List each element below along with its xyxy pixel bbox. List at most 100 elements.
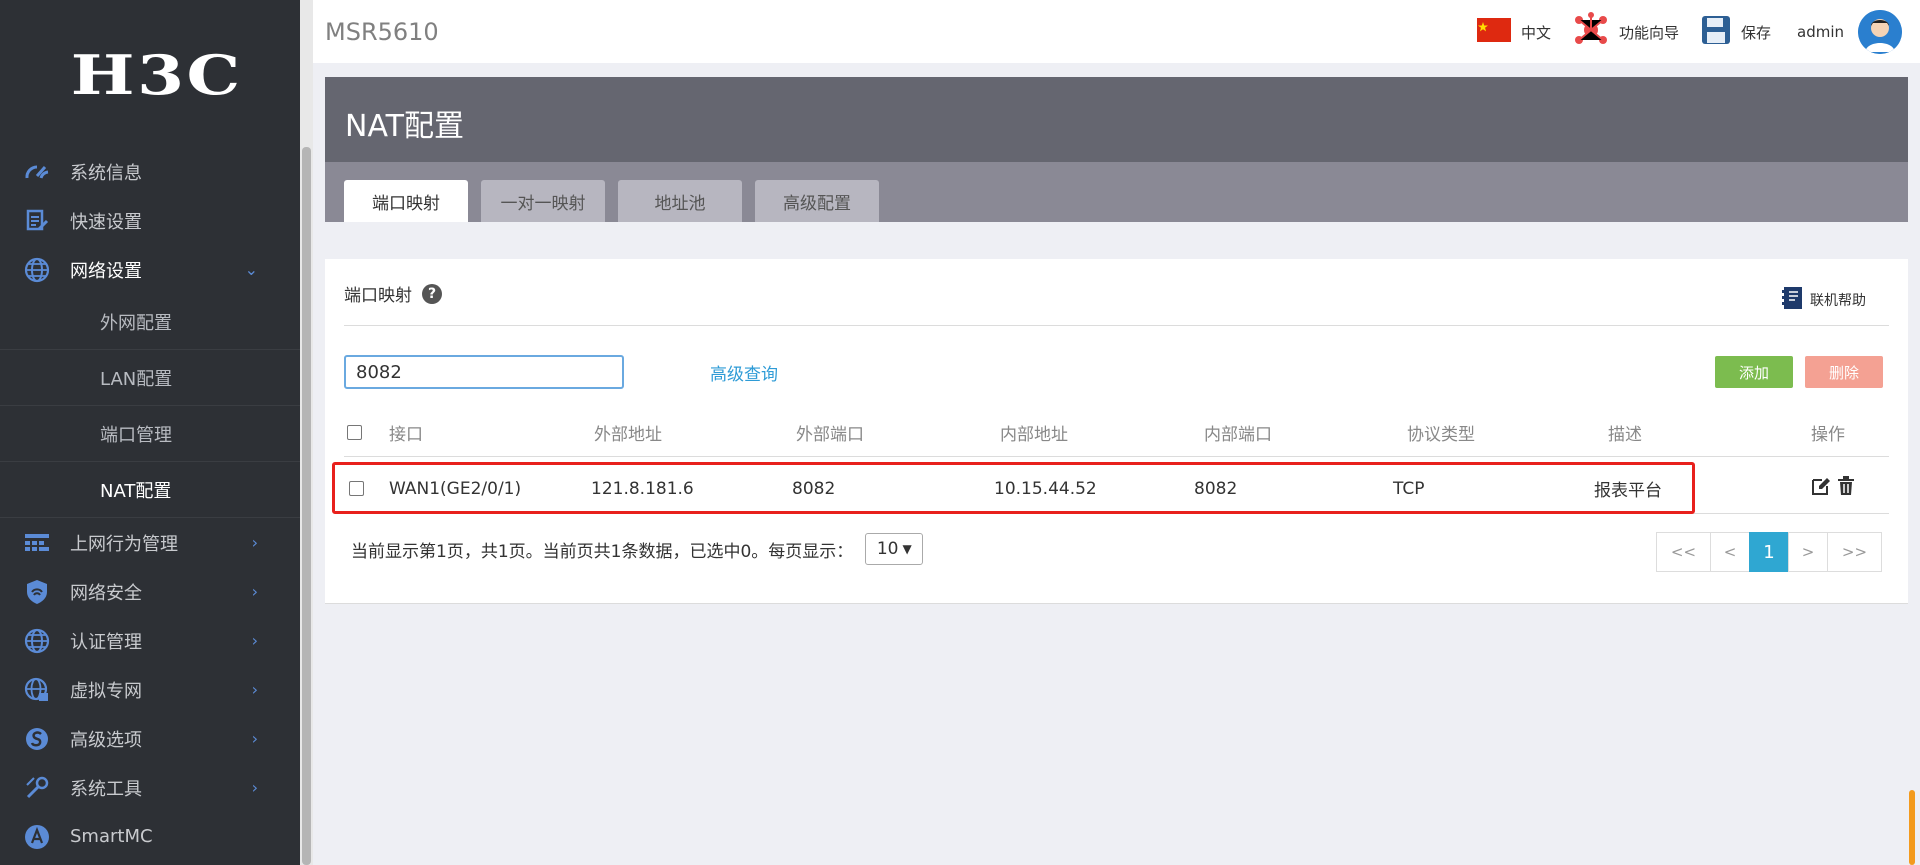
chevron-right-icon: › xyxy=(251,729,258,748)
page-title: NAT配置 xyxy=(345,109,464,144)
search-input[interactable] xyxy=(344,355,624,389)
page-scroll-indicator[interactable] xyxy=(1909,790,1915,865)
cell-interface: WAN1(GE2/0/1) xyxy=(389,478,522,499)
grid-icon xyxy=(22,528,52,558)
sidebar-item-lan-config[interactable]: LAN配置 xyxy=(0,350,300,406)
advanced-query-link[interactable]: 高级查询 xyxy=(710,360,778,385)
sidebar-item-nat-config[interactable]: NAT配置 xyxy=(0,462,300,518)
page-header: NAT配置 xyxy=(325,77,1908,162)
page-size-select[interactable]: 10 ▼ xyxy=(865,533,924,565)
dashboard-icon xyxy=(22,157,52,187)
tab-one-to-one[interactable]: 一对一映射 xyxy=(481,180,605,222)
current-page-button[interactable]: 1 xyxy=(1749,532,1789,572)
delete-button[interactable]: 删除 xyxy=(1805,356,1883,388)
save-button[interactable]: 保存 xyxy=(1701,15,1771,49)
chevron-right-icon: › xyxy=(251,631,258,650)
tab-advanced-config[interactable]: 高级配置 xyxy=(755,180,879,222)
section-title: 端口映射 ? xyxy=(344,281,442,306)
network-submenu: 外网配置 LAN配置 端口管理 NAT配置 xyxy=(0,294,300,518)
chevron-right-icon: › xyxy=(251,778,258,797)
sidebar-item-network-security[interactable]: 网络安全 › xyxy=(0,567,300,616)
sidebar-item-label: 网络安全 xyxy=(70,582,142,604)
chevron-down-icon: ⌄ xyxy=(244,260,258,279)
wizard-icon xyxy=(1573,12,1609,52)
save-label: 保存 xyxy=(1740,23,1771,42)
wizard-label: 功能向导 xyxy=(1618,23,1679,42)
trash-icon[interactable] xyxy=(1837,476,1855,501)
quick-setup-icon xyxy=(22,206,52,236)
sidebar-item-label: 上网行为管理 xyxy=(70,533,178,555)
sidebar-item-smartmc[interactable]: SmartMC xyxy=(0,812,300,861)
table-header: 接口 外部地址 外部端口 内部地址 内部端口 协议类型 描述 操作 xyxy=(344,409,1889,457)
smartmc-icon xyxy=(22,822,52,852)
sidebar-item-label: 快速设置 xyxy=(70,211,142,233)
device-name: MSR5610 xyxy=(325,18,439,46)
pagination-summary: 当前显示第1页，共1页。当前页共1条数据，已选中0。每页显示： 10 ▼ xyxy=(351,533,924,565)
column-header: 内部端口 xyxy=(1204,425,1272,445)
add-button[interactable]: 添加 xyxy=(1715,356,1793,388)
column-header: 协议类型 xyxy=(1407,425,1475,445)
pagination-summary-text: 当前显示第1页，共1页。当前页共1条数据，已选中0。每页显示： xyxy=(351,541,854,562)
function-wizard[interactable]: 功能向导 xyxy=(1573,12,1679,52)
row-actions xyxy=(1811,464,1855,513)
avatar[interactable] xyxy=(1858,10,1902,54)
sidebar-item-quick-setup[interactable]: 快速设置 xyxy=(0,196,300,245)
sidebar-item-label: 虚拟专网 xyxy=(70,680,142,702)
column-header: 内部地址 xyxy=(1000,425,1068,445)
cell-external-port: 8082 xyxy=(792,478,836,499)
sidebar-item-auth-management[interactable]: 认证管理 › xyxy=(0,616,300,665)
table-row[interactable]: WAN1(GE2/0/1) 121.8.181.6 8082 10.15.44.… xyxy=(344,464,1889,514)
next-page-button[interactable]: > xyxy=(1788,532,1828,572)
column-header: 外部地址 xyxy=(594,425,662,445)
sidebar-item-label: SmartMC xyxy=(70,826,153,847)
first-page-button[interactable]: << xyxy=(1656,532,1711,572)
top-bar: MSR5610 中文 功能向导 保存 admin xyxy=(313,0,1920,63)
tools-icon xyxy=(22,773,52,803)
prev-page-button[interactable]: < xyxy=(1710,532,1750,572)
sidebar-item-wan-config[interactable]: 外网配置 xyxy=(0,294,300,350)
tab-bar: 端口映射 一对一映射 地址池 高级配置 xyxy=(325,162,1908,222)
sidebar-scrollbar[interactable] xyxy=(300,0,313,865)
sidebar-item-advanced-options[interactable]: 高级选项 › xyxy=(0,714,300,763)
divider xyxy=(344,325,1889,326)
language-label: 中文 xyxy=(1520,23,1551,42)
cell-description: 报表平台 xyxy=(1594,481,1662,501)
online-help-link[interactable]: 联机帮助 xyxy=(1780,285,1866,315)
sidebar-item-system-info[interactable]: 系统信息 xyxy=(0,147,300,196)
sidebar-item-port-management[interactable]: 端口管理 xyxy=(0,406,300,462)
cell-internal-address: 10.15.44.52 xyxy=(994,478,1097,499)
sidebar-item-label: 系统工具 xyxy=(70,778,142,800)
last-page-button[interactable]: >> xyxy=(1827,532,1882,572)
question-icon[interactable]: ? xyxy=(422,283,442,304)
chevron-down-icon: ▼ xyxy=(902,542,912,556)
sidebar-item-label: 高级选项 xyxy=(70,729,142,751)
language-switch[interactable]: 中文 xyxy=(1476,18,1551,46)
row-checkbox[interactable] xyxy=(349,464,364,513)
cell-internal-port: 8082 xyxy=(1194,478,1238,499)
advanced-icon xyxy=(22,724,52,754)
section-title-text: 端口映射 xyxy=(344,286,412,306)
scrollbar-thumb[interactable] xyxy=(302,147,311,865)
column-header: 操作 xyxy=(1811,425,1845,445)
sidebar: H3C 系统信息 快速设置 网络设置 ⌄ 外网配置 LAN配置 端口管理 NAT… xyxy=(0,0,313,865)
sidebar-item-label: 端口管理 xyxy=(100,424,172,446)
online-help-label: 联机帮助 xyxy=(1810,293,1866,309)
sidebar-item-network-settings[interactable]: 网络设置 ⌄ xyxy=(0,245,300,294)
sidebar-item-label: 系统信息 xyxy=(70,162,142,184)
cell-protocol: TCP xyxy=(1393,478,1425,499)
china-flag-icon xyxy=(1476,18,1511,46)
save-icon xyxy=(1701,15,1731,49)
column-header: 接口 xyxy=(389,425,423,445)
tab-port-mapping[interactable]: 端口映射 xyxy=(344,180,468,222)
sidebar-item-label: LAN配置 xyxy=(100,368,173,390)
tab-address-pool[interactable]: 地址池 xyxy=(618,180,742,222)
sidebar-item-vpn[interactable]: 虚拟专网 › xyxy=(0,665,300,714)
sidebar-item-behavior-management[interactable]: 上网行为管理 › xyxy=(0,518,300,567)
sidebar-item-label: 认证管理 xyxy=(70,631,142,653)
sidebar-item-system-tools[interactable]: 系统工具 › xyxy=(0,763,300,812)
user-name[interactable]: admin xyxy=(1797,23,1844,41)
edit-icon[interactable] xyxy=(1811,476,1831,501)
select-all-checkbox[interactable] xyxy=(347,409,362,456)
sidebar-item-label: 外网配置 xyxy=(100,312,172,334)
globe-icon xyxy=(22,255,52,285)
